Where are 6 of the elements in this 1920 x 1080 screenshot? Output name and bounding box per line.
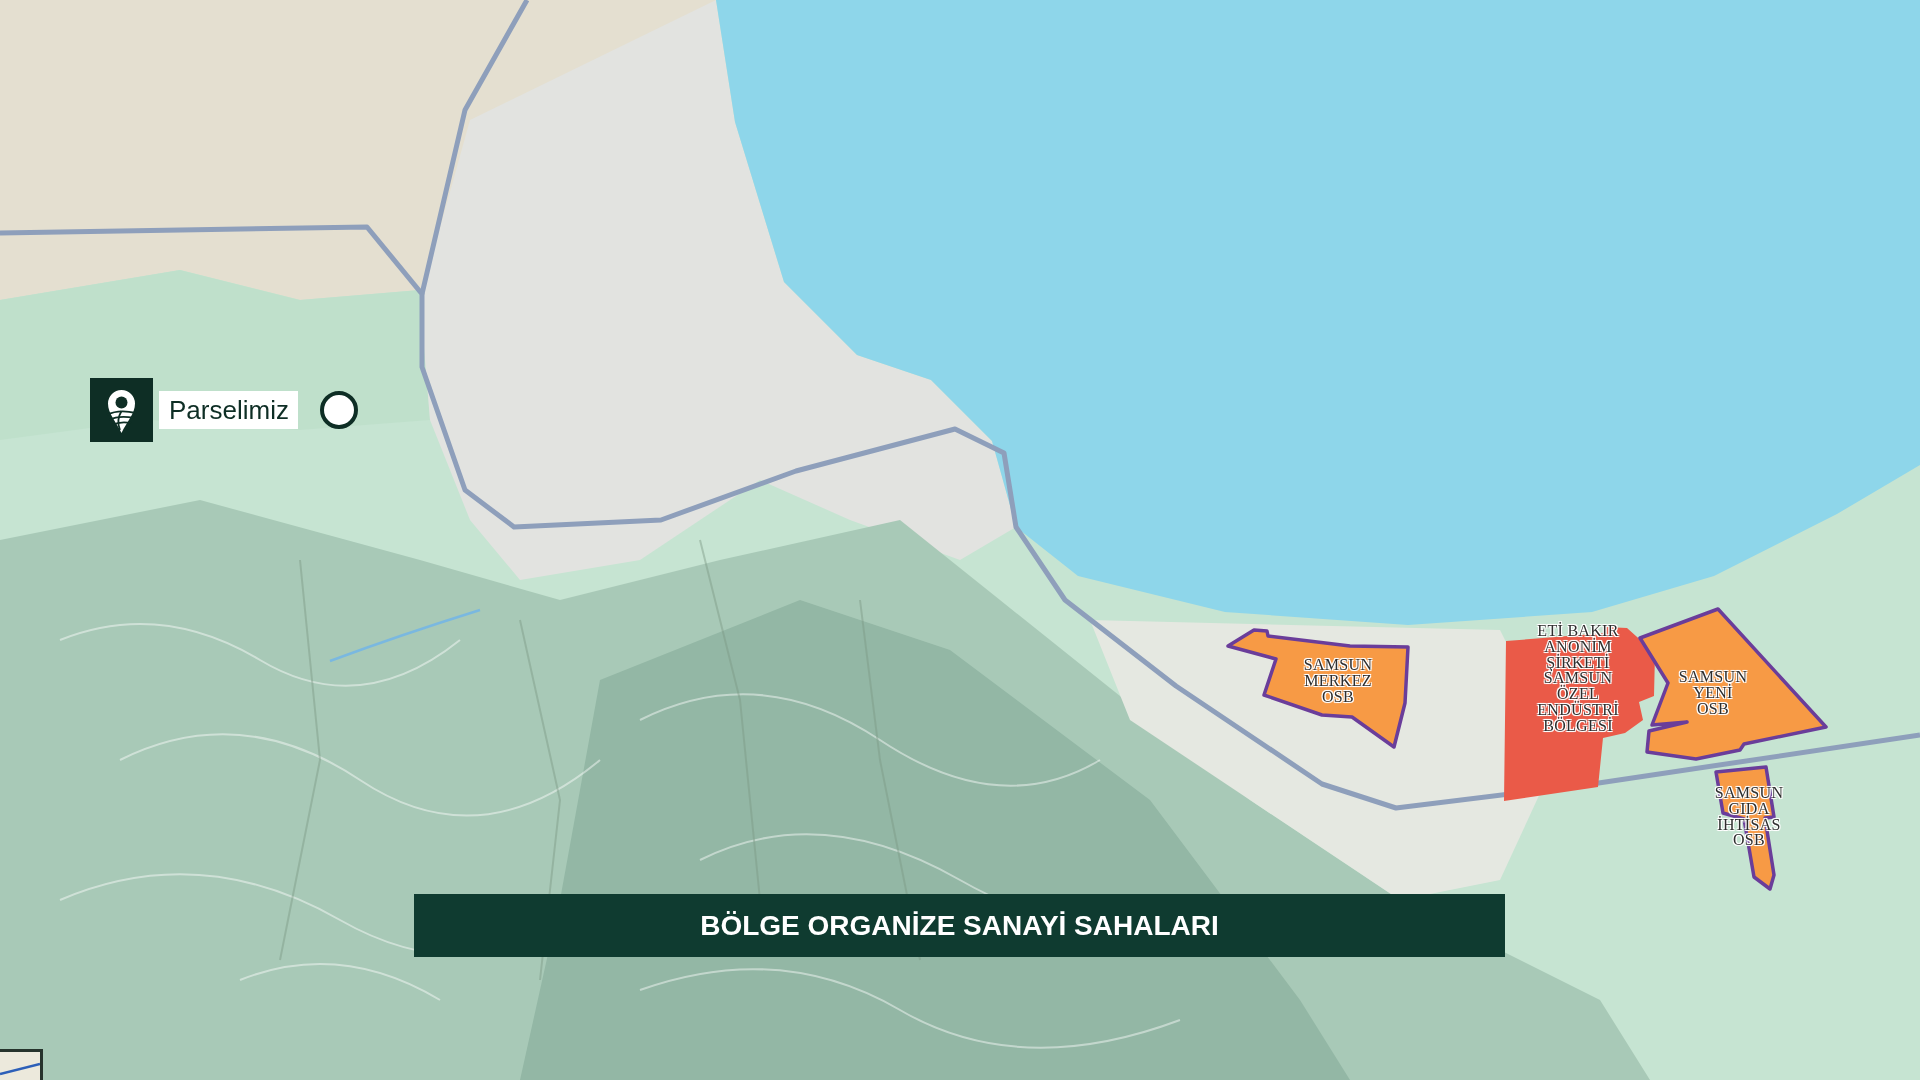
inset-map-drawing [0, 1049, 43, 1080]
location-pin-icon [90, 378, 153, 442]
marker-label: Parselimiz [159, 391, 298, 429]
title-banner: BÖLGE ORGANİZE SANAYİ SAHALARI [414, 894, 1505, 957]
zone-label: SAMSUN MERKEZ OSB [1303, 657, 1373, 705]
zone-label: SAMSUN YENİ OSB [1678, 669, 1748, 717]
